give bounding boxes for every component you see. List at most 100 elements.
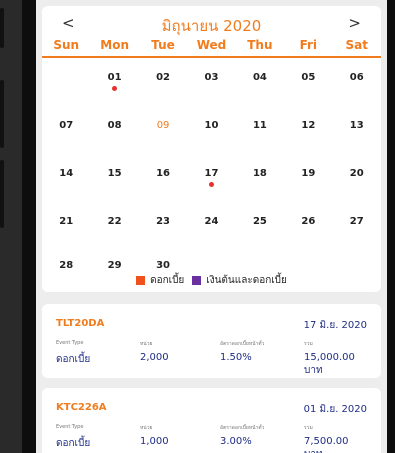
day-number: 01 — [107, 72, 122, 83]
day-number: 19 — [301, 168, 316, 179]
event-code: KTC226A — [56, 402, 107, 413]
day-number: 05 — [301, 72, 316, 83]
day-number: 25 — [252, 216, 267, 227]
event-type-value: ดอกเบี้ย — [56, 438, 91, 449]
day-number: 03 — [204, 72, 219, 83]
event-card[interactable]: KTC226A 01 มิ.ย. 2020 Event Type หน่วย อ… — [42, 388, 381, 453]
rate-label: อัตราดอกเบี้ยหน้าตั๋ว — [220, 341, 265, 347]
day-cell[interactable]: 17 — [187, 154, 235, 202]
event-code: TLT20DA — [56, 318, 105, 329]
phone-volume-up-button — [0, 80, 4, 148]
day-cell[interactable]: 24 — [187, 202, 235, 250]
next-month-button[interactable]: > — [348, 14, 361, 32]
day-number: 20 — [349, 168, 364, 179]
day-cell[interactable]: 02 — [139, 58, 187, 106]
event-labels: Event Type หน่วย อัตราดอกเบี้ยหน้าตั๋ว ร… — [56, 340, 369, 350]
weekday-header: Sun Mon Tue Wed Thu Fri Sat — [42, 38, 381, 58]
day-cell[interactable]: 07 — [42, 106, 90, 154]
legend-swatch-interest — [136, 275, 146, 285]
day-cell[interactable]: 10 — [187, 106, 235, 154]
day-cell[interactable]: 12 — [284, 106, 332, 154]
legend-item-principal-interest: เงินต้นและดอกเบี้ย — [192, 273, 287, 288]
week-row: 07 08 09 10 11 12 13 — [42, 106, 381, 154]
day-cell[interactable]: 22 — [90, 202, 138, 250]
day-cell[interactable]: 15 — [90, 154, 138, 202]
day-cell[interactable]: 08 — [90, 106, 138, 154]
total-value: 7,500.00 บาท — [304, 436, 349, 453]
day-number: 13 — [349, 120, 364, 131]
calendar-card: < มิถุนายน 2020 > Sun Mon Tue Wed Thu Fr… — [42, 6, 381, 292]
day-number: 10 — [204, 120, 219, 131]
phone-frame-left — [0, 0, 22, 453]
event-labels: Event Type หน่วย อัตราดอกเบี้ยหน้าตั๋ว ร… — [56, 424, 369, 434]
phone-side-button — [0, 8, 4, 48]
month-title: มิถุนายน 2020 — [161, 17, 262, 35]
day-cell[interactable]: 19 — [284, 154, 332, 202]
day-cell[interactable]: 06 — [333, 58, 381, 106]
week-row: 01 02 03 04 05 06 — [42, 58, 381, 106]
day-cell[interactable]: 13 — [333, 106, 381, 154]
day-number: 26 — [301, 216, 316, 227]
day-cell[interactable]: 09 — [139, 106, 187, 154]
day-number: 30 — [156, 260, 171, 271]
weekday-label: Tue — [151, 38, 175, 52]
calendar-header: < มิถุนายน 2020 > — [42, 12, 381, 36]
weekday-label: Fri — [299, 38, 318, 52]
total-label: รวม — [304, 341, 313, 347]
day-cell[interactable]: 25 — [236, 202, 284, 250]
rate-label: อัตราดอกเบี้ยหน้าตั๋ว — [220, 425, 265, 431]
phone-volume-down-button — [0, 160, 4, 228]
weekday-label: Mon — [100, 38, 129, 52]
day-number: 11 — [252, 120, 267, 131]
app-screen: < มิถุนายน 2020 > Sun Mon Tue Wed Thu Fr… — [36, 0, 387, 453]
legend-label: เงินต้นและดอกเบี้ย — [206, 274, 287, 286]
week-row: 14 15 16 17 18 19 20 — [42, 154, 381, 202]
day-number: 04 — [252, 72, 267, 83]
units-value: 1,000 — [140, 436, 169, 447]
day-cell[interactable]: 04 — [236, 58, 284, 106]
day-cell[interactable]: 03 — [187, 58, 235, 106]
phone-bezel-left — [22, 0, 36, 453]
day-number: 08 — [107, 120, 122, 131]
rate-value: 1.50% — [220, 352, 252, 363]
event-type-label: Event Type — [56, 340, 84, 346]
event-type-value: ดอกเบี้ย — [56, 354, 91, 365]
event-date: 17 มิ.ย. 2020 — [303, 320, 367, 331]
day-number: 21 — [59, 216, 74, 227]
day-number: 09 — [156, 120, 170, 131]
day-number: 12 — [301, 120, 316, 131]
event-card[interactable]: TLT20DA 17 มิ.ย. 2020 Event Type หน่วย อ… — [42, 304, 381, 378]
day-number: 24 — [204, 216, 219, 227]
day-cell[interactable]: 11 — [236, 106, 284, 154]
day-number: 23 — [156, 216, 171, 227]
day-number: 28 — [59, 260, 74, 271]
total-value: 15,000.00 บาท — [304, 352, 355, 376]
day-cell[interactable]: 05 — [284, 58, 332, 106]
rate-value: 3.00% — [220, 436, 252, 447]
day-number: 02 — [156, 72, 171, 83]
event-dot-icon — [208, 182, 214, 187]
empty-day-cell — [42, 58, 90, 106]
day-cell[interactable]: 01 — [90, 58, 138, 106]
day-cell[interactable]: 21 — [42, 202, 90, 250]
day-cell[interactable]: 23 — [139, 202, 187, 250]
event-dot-icon — [112, 86, 118, 91]
legend-label: ดอกเบี้ย — [150, 274, 185, 286]
day-cell[interactable]: 14 — [42, 154, 90, 202]
weekday-label: Thu — [247, 38, 273, 52]
units-value: 2,000 — [140, 352, 169, 363]
day-cell[interactable]: 20 — [333, 154, 381, 202]
weekday-label: Sun — [53, 38, 80, 52]
day-cell[interactable]: 26 — [284, 202, 332, 250]
legend-swatch-principal-interest — [192, 275, 202, 285]
day-number: 15 — [107, 168, 122, 179]
day-cell[interactable]: 27 — [333, 202, 381, 250]
legend-item-interest: ดอกเบี้ย — [136, 273, 184, 288]
event-date: 01 มิ.ย. 2020 — [303, 404, 367, 415]
units-label: หน่วย — [140, 341, 153, 347]
day-cell[interactable]: 16 — [139, 154, 187, 202]
phone-bezel-right — [387, 0, 395, 453]
day-number: 06 — [349, 72, 364, 83]
day-cell[interactable]: 18 — [236, 154, 284, 202]
weekday-label: Wed — [196, 38, 227, 52]
